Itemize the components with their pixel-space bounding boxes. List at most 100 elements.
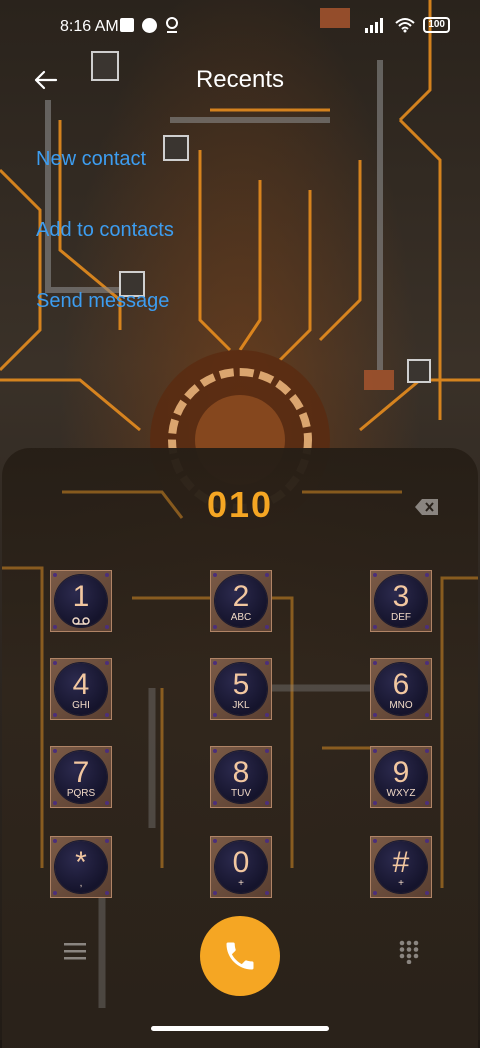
new-contact-link[interactable]: New contact xyxy=(36,148,146,171)
key-letters: WXYZ xyxy=(386,788,416,799)
rivet-decoration xyxy=(105,801,109,805)
key-star-face: * , xyxy=(55,841,107,893)
key-letters: TUV xyxy=(231,788,251,799)
rivet-decoration xyxy=(213,713,217,717)
rivet-decoration xyxy=(53,625,57,629)
key-0[interactable]: 0 + xyxy=(210,836,272,898)
rivet-decoration xyxy=(373,839,377,843)
key-letters: , xyxy=(79,878,83,889)
rivet-decoration xyxy=(53,749,57,753)
key-1[interactable]: 1 xyxy=(50,570,112,632)
key-digit: 1 xyxy=(72,580,90,613)
menu-icon[interactable] xyxy=(64,942,86,960)
key-9-face: 9 WXYZ xyxy=(375,751,427,803)
phone-icon xyxy=(226,942,254,970)
key-letters: DEF xyxy=(391,612,411,623)
location-pin-icon xyxy=(166,17,178,33)
rivet-decoration xyxy=(105,573,109,577)
rivet-decoration xyxy=(265,661,269,665)
key-5[interactable]: 5 JKL xyxy=(210,658,272,720)
key-3[interactable]: 3 DEF xyxy=(370,570,432,632)
status-bar: 8:16 AM 100 xyxy=(0,0,480,56)
rivet-decoration xyxy=(425,749,429,753)
key-letters: JKL xyxy=(232,700,250,711)
wifi-icon xyxy=(395,18,415,33)
rivet-decoration xyxy=(425,573,429,577)
key-hash-face: # + xyxy=(375,841,427,893)
key-hash[interactable]: # + xyxy=(370,836,432,898)
rivet-decoration xyxy=(53,713,57,717)
rivet-decoration xyxy=(265,573,269,577)
key-digit: 5 xyxy=(232,668,250,701)
rivet-decoration xyxy=(373,749,377,753)
key-4-face: 4 GHI xyxy=(55,663,107,715)
key-9[interactable]: 9 WXYZ xyxy=(370,746,432,808)
key-digit: 3 xyxy=(392,580,410,613)
send-message-link[interactable]: Send message xyxy=(36,290,169,313)
rivet-decoration xyxy=(265,749,269,753)
key-star[interactable]: * , xyxy=(50,836,112,898)
key-digit: * xyxy=(75,846,87,879)
keypad-toggle-icon[interactable] xyxy=(398,940,420,964)
key-8-face: 8 TUV xyxy=(215,751,267,803)
notification-app-icon xyxy=(142,17,157,33)
key-7-face: 7 PQRS xyxy=(55,751,107,803)
rivet-decoration xyxy=(53,801,57,805)
key-5-face: 5 JKL xyxy=(215,663,267,715)
key-letters: ABC xyxy=(230,612,252,623)
rivet-decoration xyxy=(425,625,429,629)
rivet-decoration xyxy=(105,661,109,665)
key-2-face: 2 ABC xyxy=(215,575,267,627)
notification-icons xyxy=(120,17,179,33)
rivet-decoration xyxy=(105,839,109,843)
home-indicator[interactable] xyxy=(151,1026,329,1031)
add-to-contacts-link[interactable]: Add to contacts xyxy=(36,219,174,242)
key-8[interactable]: 8 TUV xyxy=(210,746,272,808)
rivet-decoration xyxy=(265,839,269,843)
rivet-decoration xyxy=(265,801,269,805)
key-digit: 7 xyxy=(72,756,90,789)
key-digit: 0 xyxy=(232,846,250,879)
key-6[interactable]: 6 MNO xyxy=(370,658,432,720)
signal-icon xyxy=(365,18,384,33)
rivet-decoration xyxy=(373,661,377,665)
rivet-decoration xyxy=(53,661,57,665)
rivet-decoration xyxy=(373,713,377,717)
dialer-panel: 010 1 2 ABC 3 DEF 4 GHI 5 JKL 6 MNO 7 PQ… xyxy=(2,448,478,1048)
rivet-decoration xyxy=(53,891,57,895)
rivet-decoration xyxy=(265,713,269,717)
rivet-decoration xyxy=(105,625,109,629)
page-title: Recents xyxy=(195,66,285,93)
key-7[interactable]: 7 PQRS xyxy=(50,746,112,808)
key-3-face: 3 DEF xyxy=(375,575,427,627)
rivet-decoration xyxy=(373,801,377,805)
key-6-face: 6 MNO xyxy=(375,663,427,715)
backspace-icon[interactable] xyxy=(414,498,440,516)
call-button[interactable] xyxy=(200,916,280,996)
key-2[interactable]: 2 ABC xyxy=(210,570,272,632)
key-letters: + xyxy=(398,878,404,889)
key-digit: # xyxy=(392,846,410,879)
rivet-decoration xyxy=(213,573,217,577)
rivet-decoration xyxy=(105,713,109,717)
key-digit: 2 xyxy=(232,580,250,613)
key-0-face: 0 + xyxy=(215,841,267,893)
dialed-number: 010 xyxy=(206,484,274,525)
key-4[interactable]: 4 GHI xyxy=(50,658,112,720)
rivet-decoration xyxy=(213,801,217,805)
rivet-decoration xyxy=(105,891,109,895)
key-letters: GHI xyxy=(72,700,90,711)
rivet-decoration xyxy=(53,573,57,577)
notification-square-icon xyxy=(120,18,134,32)
rivet-decoration xyxy=(425,891,429,895)
rivet-decoration xyxy=(425,839,429,843)
key-letters: MNO xyxy=(389,700,413,711)
key-digit: 4 xyxy=(72,668,90,701)
rivet-decoration xyxy=(213,749,217,753)
rivet-decoration xyxy=(373,573,377,577)
rivet-decoration xyxy=(425,661,429,665)
key-1-face: 1 xyxy=(55,575,107,627)
key-digit: 9 xyxy=(392,756,410,789)
status-time: 8:16 AM xyxy=(60,18,119,35)
battery-indicator: 100 xyxy=(423,17,450,33)
